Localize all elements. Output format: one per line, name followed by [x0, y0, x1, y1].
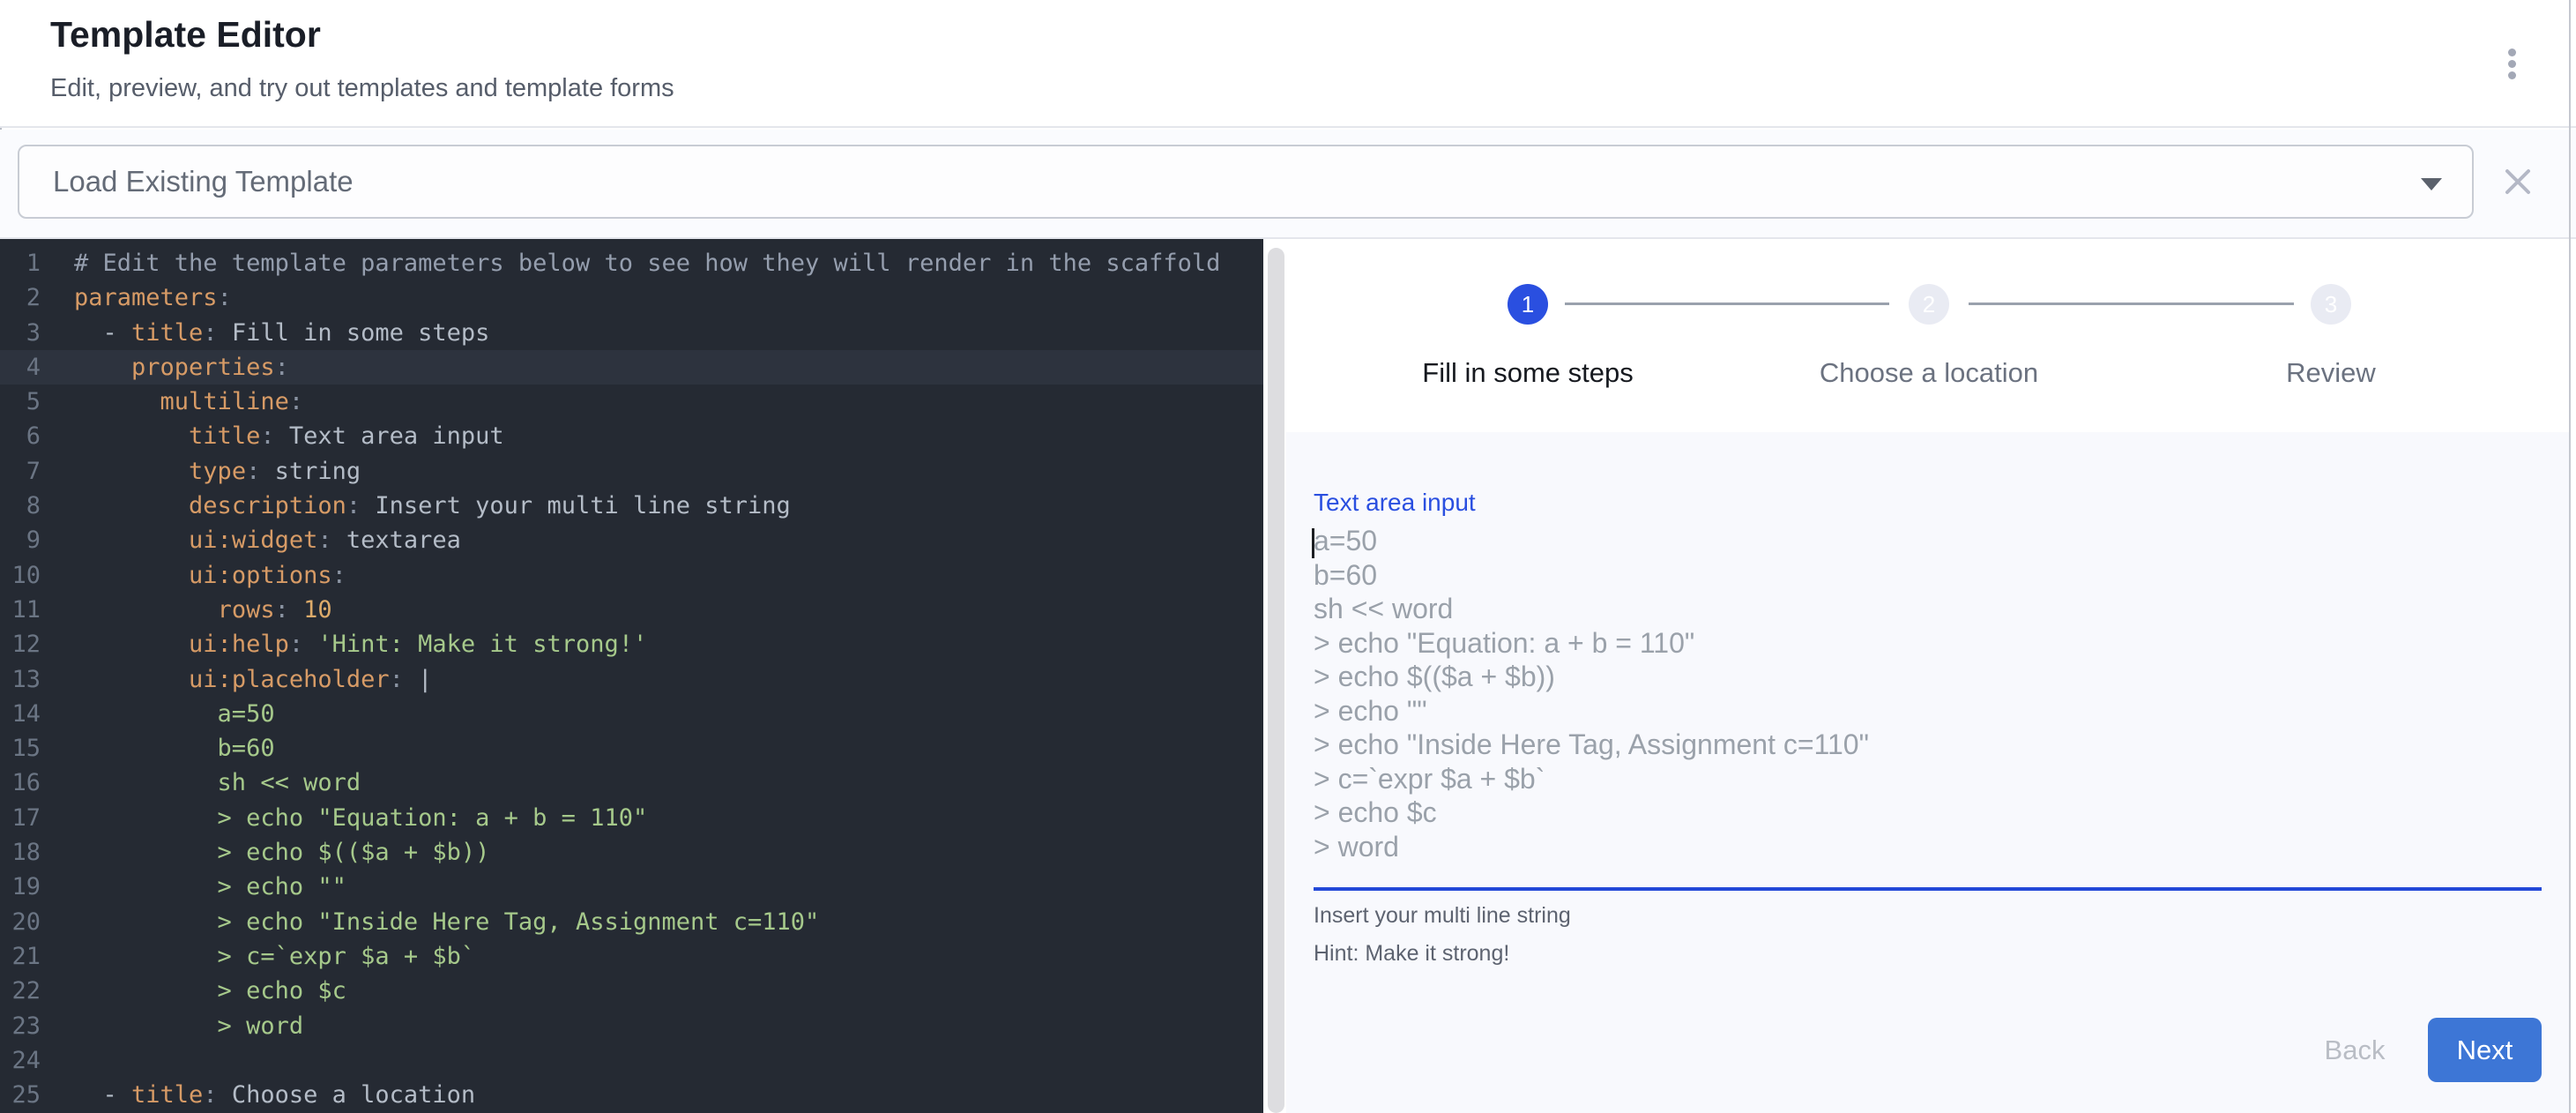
line-number: 19 [0, 870, 41, 904]
placeholder-line: > echo $c [1314, 796, 2542, 830]
editor-line: 10 ui:options: [0, 558, 1263, 593]
editor-line: 18 > echo $(($a + $b)) [0, 835, 1263, 870]
line-number: 1 [0, 246, 41, 280]
line-number: 20 [0, 905, 41, 939]
placeholder-line: a=50 [1314, 524, 2542, 558]
step-connector [1969, 303, 2294, 305]
editor-line: 11 rows: 10 [0, 593, 1263, 627]
step-label: Choose a location [1820, 357, 2038, 389]
step-circle-1: 1 [1508, 284, 1548, 325]
select-placeholder: Load Existing Template [53, 146, 354, 217]
multiline-textarea[interactable]: a=50b=60sh << word> echo "Equation: a + … [1314, 524, 2542, 863]
line-number: 5 [0, 385, 41, 419]
field-hint: Hint: Make it strong! [1314, 941, 1509, 967]
field-label: Text area input [1314, 489, 1476, 517]
editor-line: 24 [0, 1043, 1263, 1078]
editor-line: 8 description: Insert your multi line st… [0, 489, 1263, 523]
line-number: 12 [0, 627, 41, 661]
line-number: 21 [0, 939, 41, 974]
page-subtitle: Edit, preview, and try out templates and… [50, 74, 674, 103]
editor-line: 5 multiline: [0, 385, 1263, 419]
line-number: 16 [0, 766, 41, 800]
editor-line: 17 > echo "Equation: a + b = 110" [0, 801, 1263, 835]
line-number: 25 [0, 1078, 41, 1112]
editor-line: 16 sh << word [0, 766, 1263, 800]
yaml-code-editor[interactable]: 1# Edit the template parameters below to… [0, 239, 1263, 1113]
line-number: 11 [0, 593, 41, 627]
editor-line: 23 > word [0, 1009, 1263, 1043]
step-label: Review [2286, 357, 2376, 389]
editor-line: 22 > echo $c [0, 974, 1263, 1008]
step-label: Fill in some steps [1422, 357, 1633, 389]
editor-line: 3 - title: Fill in some steps [0, 316, 1263, 350]
line-number: 8 [0, 489, 41, 523]
placeholder-line: > echo "" [1314, 694, 2542, 728]
line-number: 14 [0, 697, 41, 731]
chevron-down-icon [2421, 178, 2442, 190]
form-step-card: Text area input a=50b=60sh << word> echo… [1286, 432, 2571, 1113]
editor-line: 1# Edit the template parameters below to… [0, 246, 1263, 280]
textarea-focus-underline [1314, 887, 2542, 891]
template-loader-bar: Load Existing Template [0, 130, 2576, 239]
line-number: 10 [0, 558, 41, 593]
editor-line: 12 ui:help: 'Hint: Make it strong!' [0, 627, 1263, 661]
placeholder-line: > echo "Equation: a + b = 110" [1314, 626, 2542, 661]
editor-line: 21 > c=`expr $a + $b` [0, 939, 1263, 974]
editor-line: 13 ui:placeholder: | [0, 662, 1263, 697]
back-button[interactable]: Back [2302, 1018, 2408, 1082]
placeholder-line: sh << word [1314, 592, 2542, 626]
editor-line: 19 > echo "" [0, 870, 1263, 904]
editor-line: 25 - title: Choose a location [0, 1078, 1263, 1112]
editor-line: 7 type: string [0, 454, 1263, 489]
placeholder-line: > echo $(($a + $b)) [1314, 660, 2542, 694]
line-number: 23 [0, 1009, 41, 1043]
kebab-menu-icon[interactable] [2489, 34, 2535, 93]
field-description: Insert your multi line string [1314, 903, 1571, 929]
line-number: 9 [0, 523, 41, 557]
editor-line: 2parameters: [0, 280, 1263, 315]
close-icon[interactable] [2498, 161, 2538, 202]
line-number: 15 [0, 731, 41, 766]
placeholder-line: > c=`expr $a + $b` [1314, 762, 2542, 796]
page-header: Template Editor Edit, preview, and try o… [0, 0, 2576, 128]
line-number: 18 [0, 835, 41, 870]
page-title: Template Editor [50, 14, 321, 56]
editor-line: 20 > echo "Inside Here Tag, Assignment c… [0, 905, 1263, 939]
editor-line: 15 b=60 [0, 731, 1263, 766]
line-number: 13 [0, 662, 41, 697]
template-editor-page: Template Editor Edit, preview, and try o… [0, 0, 2576, 1113]
line-number: 7 [0, 454, 41, 489]
next-button[interactable]: Next [2428, 1018, 2542, 1082]
placeholder-line: > word [1314, 830, 2542, 864]
line-number: 4 [0, 350, 41, 385]
editor-line: 6 title: Text area input [0, 419, 1263, 453]
line-number: 17 [0, 801, 41, 835]
split-resize-handle[interactable] [1268, 248, 1284, 1113]
preview-panel: 1 Fill in some steps 2 Choose a location 3 Re… [1286, 239, 2571, 1113]
editor-line: 9 ui:widget: textarea [0, 523, 1263, 557]
step-connector [1565, 303, 1889, 305]
line-number: 22 [0, 974, 41, 1008]
line-number: 2 [0, 280, 41, 315]
load-existing-template-select[interactable]: Load Existing Template [18, 145, 2474, 219]
step-circle-3: 3 [2311, 284, 2351, 325]
editor-line: 4 properties: [0, 350, 1263, 385]
text-cursor [1312, 528, 1314, 558]
line-number: 3 [0, 316, 41, 350]
editor-line: 14 a=50 [0, 697, 1263, 731]
placeholder-line: b=60 [1314, 558, 2542, 593]
step-circle-2: 2 [1909, 284, 1949, 325]
placeholder-line: > echo "Inside Here Tag, Assignment c=11… [1314, 728, 2542, 762]
line-number: 24 [0, 1043, 41, 1078]
window-right-border [2569, 0, 2571, 1113]
line-number: 6 [0, 419, 41, 453]
